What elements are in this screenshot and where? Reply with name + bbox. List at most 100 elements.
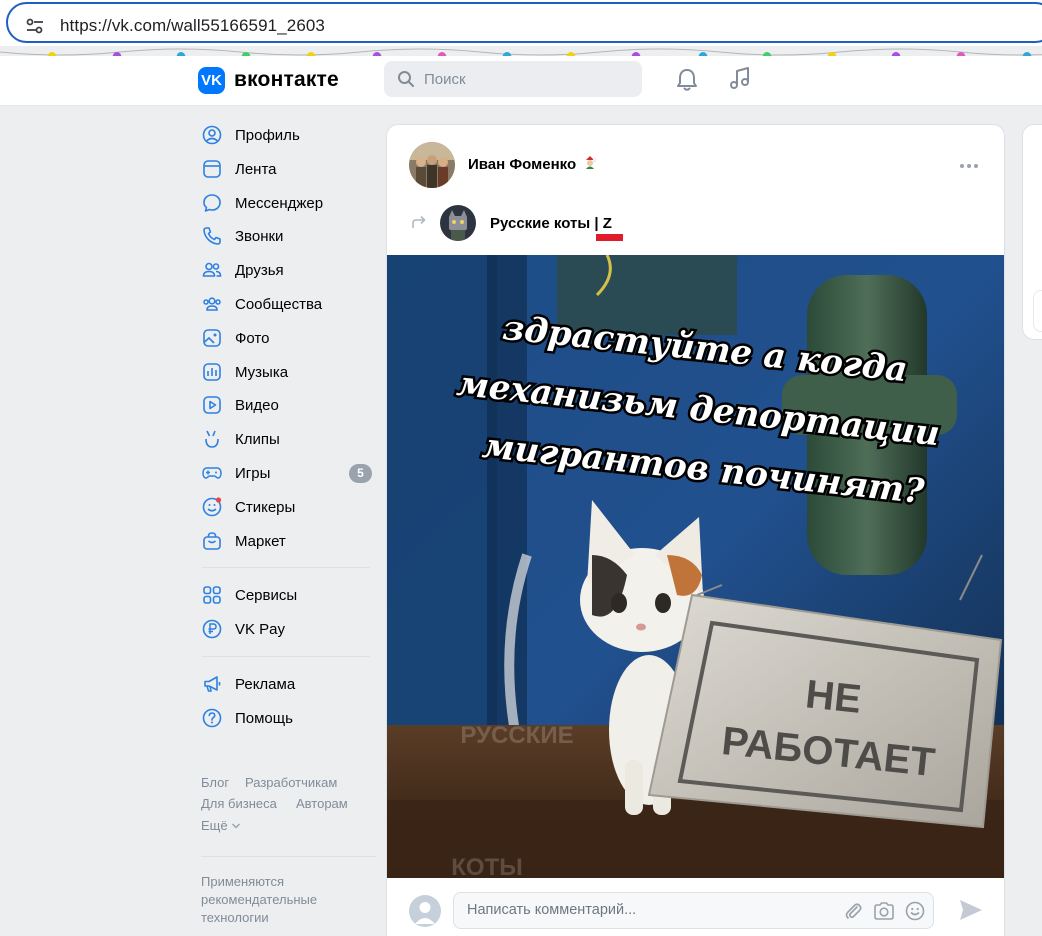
sidebar-item-label: Лента	[235, 160, 277, 178]
sidebar-item-label: Клипы	[235, 431, 280, 449]
sidebar-item-label: VK Pay	[235, 621, 286, 639]
help-icon	[202, 708, 222, 728]
post-more-options-icon[interactable]	[959, 163, 979, 169]
sidebar-item-label: Мессенджер	[235, 194, 324, 212]
post-card: Иван Фоменко Русские коты | Z НЕ РАБОТАЕ…	[386, 124, 1005, 936]
sign-text-line: НЕ	[803, 672, 863, 722]
vk-brand-name[interactable]: вконтакте	[234, 68, 339, 92]
author-name-text: Иван Фоменко	[468, 156, 577, 173]
sidebar-item-label: Помощь	[235, 709, 293, 727]
left-sidebar-menu: Профиль Лента Мессенджер Звонки Друзья С…	[196, 118, 376, 735]
search-input[interactable]: Поиск	[384, 61, 642, 97]
comment-tools	[843, 901, 925, 921]
group-name-suffix: | Z	[594, 215, 612, 232]
repost-arrow-icon	[412, 215, 426, 228]
group-avatar[interactable]	[440, 205, 476, 241]
sidebar-item-market[interactable]: Маркет	[196, 524, 376, 558]
send-icon[interactable]	[959, 899, 983, 921]
camera-icon[interactable]	[873, 901, 895, 921]
sidebar-item-label: Видео	[235, 397, 279, 415]
sidebar-item-ads[interactable]: Реклама	[196, 667, 376, 701]
sidebar-item-label: Звонки	[235, 228, 284, 246]
browser-address-bar: https://vk.com/wall55166591_2603	[0, 0, 1042, 46]
market-icon	[203, 531, 221, 550]
current-user-avatar[interactable]	[409, 895, 441, 927]
feed-icon	[203, 159, 221, 178]
sidebar-item-label: Игры	[235, 464, 271, 482]
sidebar-divider	[202, 655, 370, 657]
sidebar-item-label: Профиль	[235, 127, 300, 144]
sidebar-item-label: Стикеры	[235, 498, 296, 516]
sidebar-item-label: Реклама	[235, 675, 296, 693]
sidebar-item-friends[interactable]: Друзья	[196, 253, 376, 287]
services-icon	[203, 586, 221, 605]
sidebar-item-label: Друзья	[235, 262, 284, 280]
profile-icon	[202, 125, 222, 145]
sidebar-item-profile[interactable]: Профиль	[196, 118, 376, 152]
sidebar-item-help[interactable]: Помощь	[196, 701, 376, 735]
music-icon	[203, 362, 221, 381]
vkpay-icon	[202, 619, 222, 639]
games-icon	[202, 467, 222, 479]
sidebar-item-label: Маркет	[235, 532, 286, 550]
right-card-item	[1033, 290, 1042, 332]
chevron-down-icon	[232, 823, 241, 829]
messenger-icon	[203, 193, 221, 212]
footer-link-more[interactable]: Ещё	[201, 818, 241, 833]
attach-paperclip-icon[interactable]	[843, 901, 863, 921]
footer-note-line: рекомендательные	[201, 892, 318, 907]
post-image-cat-meme[interactable]: НЕ РАБОТАЕТ РУССКИЕ КОТЫ здрастуйте а ко…	[387, 255, 1005, 878]
vk-logo[interactable]: VK	[198, 67, 225, 94]
footer-link-developers[interactable]: Разработчикам	[245, 775, 337, 790]
sidebar-item-services[interactable]: Сервисы	[196, 578, 376, 612]
sidebar-item-label: Музыка	[235, 363, 289, 381]
sidebar-item-video[interactable]: Видео	[196, 388, 376, 422]
vk-top-header: VK вконтакте Поиск	[0, 56, 1042, 106]
author-avatar[interactable]	[409, 142, 455, 188]
footer-link-authors[interactable]: Авторам	[296, 796, 348, 811]
clips-icon	[205, 430, 219, 448]
url-text: https://vk.com/wall55166591_2603	[60, 16, 325, 35]
sidebar-item-feed[interactable]: Лента	[196, 152, 376, 186]
footer-note-line: технологии	[201, 910, 269, 925]
sidebar-item-clips[interactable]: Клипы	[196, 422, 376, 456]
footer-more-label: Ещё	[201, 818, 228, 833]
comment-composer: Написать комментарий...	[387, 878, 1004, 936]
sidebar-item-vkpay[interactable]: VK Pay	[196, 612, 376, 646]
source-group-name[interactable]: Русские коты | Z	[490, 215, 612, 232]
sidebar-item-messenger[interactable]: Мессенджер	[196, 186, 376, 220]
sidebar-item-label: Фото	[235, 329, 270, 347]
comment-input[interactable]: Написать комментарий...	[453, 892, 934, 929]
music-player-icon[interactable]	[728, 66, 752, 92]
watermark-text: КОТЫ	[451, 854, 522, 878]
footer-link-business[interactable]: Для бизнеса	[201, 796, 277, 811]
sidebar-item-photo[interactable]: Фото	[196, 321, 376, 355]
search-icon	[398, 71, 414, 87]
sidebar-item-stickers[interactable]: Стикеры	[196, 490, 376, 524]
footer-note-line: Применяются	[201, 874, 285, 889]
video-icon	[203, 396, 221, 415]
sidebar-item-communities[interactable]: Сообщества	[196, 287, 376, 321]
sidebar-item-music[interactable]: Музыка	[196, 355, 376, 389]
ads-megaphone-icon	[204, 676, 221, 692]
search-placeholder: Поиск	[424, 71, 466, 88]
photo-icon	[203, 328, 221, 347]
sidebar-item-calls[interactable]: Звонки	[196, 219, 376, 253]
sidebar-item-games[interactable]: Игры 5	[196, 456, 376, 490]
communities-icon	[203, 297, 221, 311]
comment-placeholder: Написать комментарий...	[467, 902, 637, 918]
site-settings-icon[interactable]	[25, 16, 45, 36]
notifications-bell-icon[interactable]	[675, 67, 699, 93]
group-name-text: Русские коты	[490, 215, 591, 232]
sidebar-item-label: Сервисы	[235, 587, 298, 605]
post-author-name[interactable]: Иван Фоменко	[468, 155, 597, 173]
stickers-icon	[202, 497, 222, 517]
sidebar-item-label: Сообщества	[235, 295, 323, 313]
footer-link-blog[interactable]: Блог	[201, 775, 229, 790]
emoji-smile-icon[interactable]	[905, 901, 925, 921]
watermark-text: РУССКИЕ	[460, 722, 573, 749]
url-field[interactable]: https://vk.com/wall55166591_2603	[6, 2, 1042, 43]
right-column-card	[1022, 124, 1042, 340]
friends-icon	[202, 262, 222, 277]
christmas-emoji-icon	[586, 156, 597, 169]
